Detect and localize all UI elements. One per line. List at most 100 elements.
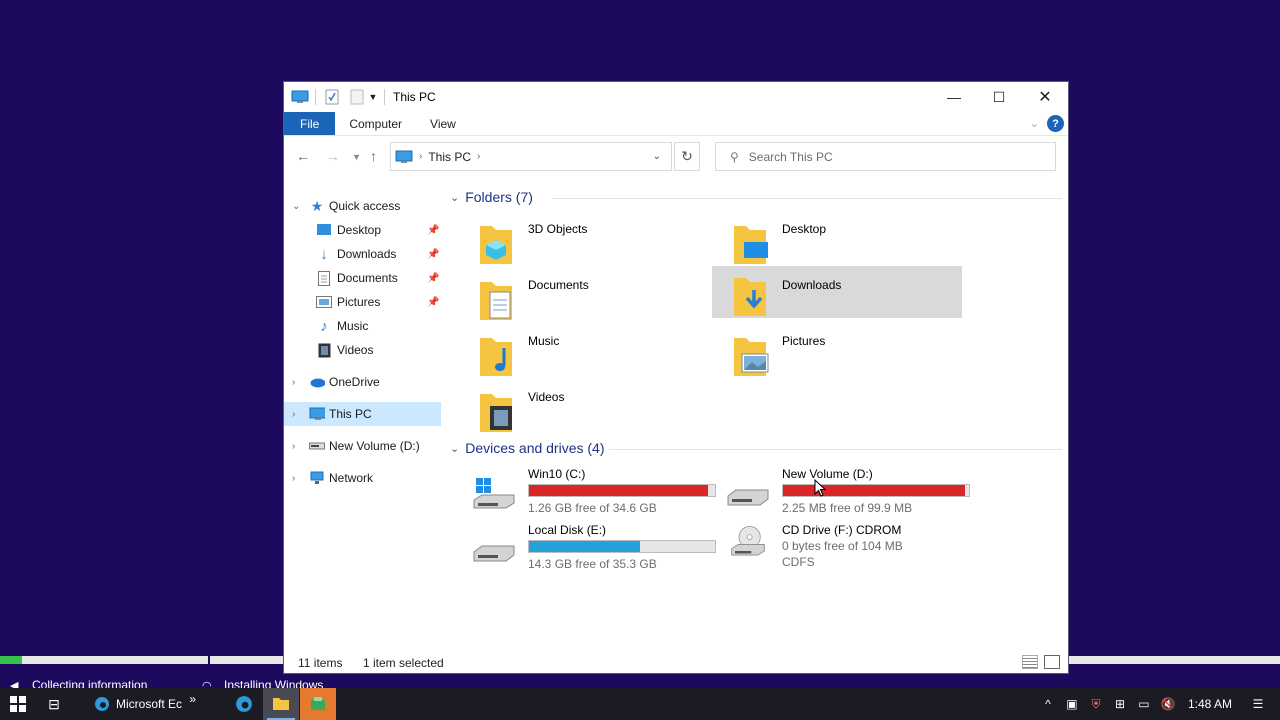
downloads-icon: [734, 278, 766, 316]
new-folder-icon[interactable]: [348, 89, 366, 105]
pin-icon[interactable]: 📌: [427, 273, 439, 284]
security-alert-icon[interactable]: ⛨: [1084, 697, 1108, 712]
drive-icon: [309, 438, 325, 454]
drive-e[interactable]: Local Disk (E:) 14.3 GB free of 35.3 GB: [458, 520, 716, 572]
pin-icon[interactable]: 📌: [427, 249, 439, 260]
back-arrow-icon[interactable]: ←: [296, 148, 310, 164]
progress-separator: [208, 656, 210, 664]
desktop-icon: [734, 226, 768, 264]
drive-free-space: 0 bytes free of 104 MB: [782, 539, 903, 553]
breadcrumb-separator-icon: ›: [419, 151, 423, 162]
start-button[interactable]: [0, 688, 36, 720]
videos-icon: [316, 342, 332, 358]
refresh-icon: ↻: [681, 148, 693, 164]
drive-icon: [473, 545, 515, 562]
recent-locations-icon[interactable]: ▼: [352, 152, 361, 162]
help-icon[interactable]: ?: [1047, 115, 1064, 132]
drive-name: CD Drive (F:) CDROM: [782, 523, 902, 537]
show-hidden-icons-icon[interactable]: ^: [1036, 697, 1060, 711]
group-header-folders[interactable]: ⌄ Folders (7): [450, 189, 533, 205]
cd-drive-icon: [731, 526, 765, 556]
large-icons-view-icon[interactable]: [1044, 655, 1060, 669]
windows-drive-icon: [473, 478, 515, 509]
taskbar-clock[interactable]: 1:48 AM: [1188, 697, 1232, 711]
taskbar-edge-button[interactable]: Microsoft Ec »: [88, 688, 200, 720]
nav-item-downloads[interactable]: ↓ Downloads 📌: [284, 242, 441, 266]
nav-item-label: OneDrive: [329, 375, 380, 389]
maximize-button[interactable]: ☐: [976, 82, 1022, 112]
nav-item-pictures[interactable]: Pictures 📌: [284, 290, 441, 314]
taskbar-edge-pinned[interactable]: [226, 688, 262, 720]
network-alert-icon[interactable]: ⊞: [1108, 697, 1132, 711]
taskbar-file-explorer[interactable]: [263, 688, 299, 720]
volume-muted-icon[interactable]: 🔇: [1156, 697, 1180, 711]
folder-videos[interactable]: Videos: [458, 384, 708, 436]
address-bar[interactable]: › This PC › ⌄: [390, 142, 672, 171]
edge-icon: [236, 696, 252, 712]
overflow-icon[interactable]: »: [189, 692, 196, 706]
close-button[interactable]: ✕: [1022, 82, 1068, 112]
folder-pictures[interactable]: Pictures: [712, 328, 962, 380]
customize-quick-access-icon[interactable]: ▼: [368, 89, 378, 105]
cloud-icon: [309, 374, 325, 390]
chevron-right-icon[interactable]: ›: [292, 441, 295, 452]
taskbar-setup-app[interactable]: [300, 688, 336, 720]
tab-computer[interactable]: Computer: [335, 112, 416, 135]
display-icon[interactable]: ▭: [1132, 697, 1156, 711]
nav-item-videos[interactable]: Videos: [284, 338, 441, 362]
pin-icon[interactable]: 📌: [427, 297, 439, 308]
group-header-devices[interactable]: ⌄ Devices and drives (4): [450, 440, 605, 456]
chevron-down-icon[interactable]: ⌄: [450, 191, 459, 204]
folder-name: Videos: [528, 390, 565, 404]
nav-item-new-volume[interactable]: › New Volume (D:): [284, 434, 441, 458]
nav-item-desktop[interactable]: Desktop 📌: [284, 218, 441, 242]
folder-3d-objects[interactable]: 3D Objects: [458, 216, 708, 268]
drive-d[interactable]: New Volume (D:) 2.25 MB free of 99.9 MB: [712, 464, 970, 516]
nav-item-music[interactable]: ♪ Music: [284, 314, 441, 338]
drive-c[interactable]: Win10 (C:) 1.26 GB free of 34.6 GB: [458, 464, 716, 516]
breadcrumb-this-pc[interactable]: This PC: [428, 150, 471, 164]
task-view-button[interactable]: ⊟: [38, 688, 70, 720]
pictures-icon: [316, 294, 332, 310]
nav-quick-access[interactable]: ⌄ ★ Quick access: [284, 194, 441, 218]
breadcrumb-separator-icon[interactable]: ›: [477, 151, 480, 162]
refresh-button[interactable]: ↻: [674, 142, 700, 171]
minimize-button[interactable]: —: [931, 82, 977, 112]
folder-documents[interactable]: Documents: [458, 272, 708, 324]
folder-desktop[interactable]: Desktop: [712, 216, 962, 268]
up-arrow-icon[interactable]: ↑: [370, 148, 377, 164]
nav-item-this-pc[interactable]: › This PC: [284, 402, 441, 426]
folder-downloads[interactable]: Downloads: [712, 266, 962, 318]
pictures-icon: [734, 338, 769, 376]
status-selection: 1 item selected: [363, 656, 444, 670]
drive-free-space: 2.25 MB free of 99.9 MB: [782, 501, 913, 515]
notifications-icon[interactable]: ☰: [1246, 697, 1270, 711]
group-title: Folders (7): [465, 189, 533, 205]
drive-usage-bar: [528, 484, 716, 497]
details-view-icon[interactable]: [1022, 655, 1038, 669]
nav-item-documents[interactable]: Documents 📌: [284, 266, 441, 290]
webcam-icon[interactable]: ▣: [1060, 697, 1084, 711]
tab-file[interactable]: File: [284, 112, 336, 135]
chevron-down-icon[interactable]: ⌄: [292, 201, 300, 212]
nav-item-onedrive[interactable]: › OneDrive: [284, 370, 441, 394]
address-dropdown-icon[interactable]: ⌄: [653, 151, 661, 162]
forward-arrow-icon[interactable]: →: [326, 148, 340, 164]
folder-music[interactable]: Music: [458, 328, 708, 380]
pin-icon[interactable]: 📌: [427, 225, 439, 236]
chevron-right-icon[interactable]: ›: [292, 473, 295, 484]
status-item-count: 11 items: [298, 656, 343, 670]
chevron-right-icon[interactable]: ›: [292, 377, 295, 388]
drive-usage-fill: [529, 485, 709, 496]
drive-usage-bar: [782, 484, 970, 497]
tab-view[interactable]: View: [416, 112, 470, 135]
nav-item-network[interactable]: › Network: [284, 466, 441, 490]
properties-icon[interactable]: [323, 89, 341, 105]
drive-f[interactable]: CD Drive (F:) CDROM 0 bytes free of 104 …: [712, 520, 962, 580]
chevron-down-icon[interactable]: ⌄: [450, 442, 459, 455]
search-box[interactable]: ⚲ Search This PC: [715, 142, 1056, 171]
music-icon: [480, 338, 512, 376]
drive-name: New Volume (D:): [782, 467, 873, 481]
chevron-right-icon[interactable]: ›: [292, 409, 295, 420]
expand-ribbon-icon[interactable]: ⌄: [1030, 117, 1039, 130]
